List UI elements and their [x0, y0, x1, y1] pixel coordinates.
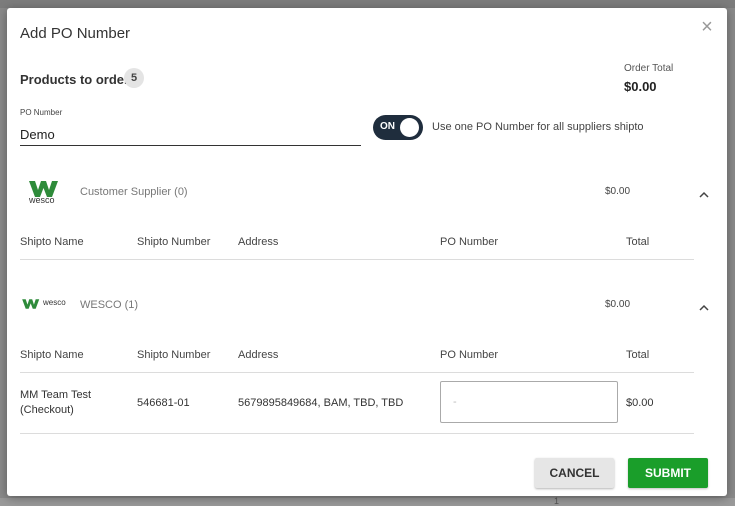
- close-icon[interactable]: ×: [699, 17, 715, 37]
- order-total-label: Order Total: [624, 63, 674, 74]
- order-total-value: $0.00: [624, 79, 657, 94]
- products-count-badge: 5: [124, 68, 144, 88]
- supplier-total: $0.00: [605, 186, 631, 197]
- shipto-name-line2: (Checkout): [20, 404, 74, 416]
- col-total: Total: [626, 349, 650, 361]
- row-po-number-input[interactable]: [440, 381, 618, 423]
- add-po-modal: Add PO Number × Products to order 5 Orde…: [7, 8, 727, 496]
- col-shipto-name: Shipto Name: [20, 349, 84, 361]
- col-shipto-number: Shipto Number: [137, 349, 211, 361]
- toggle-state-label: ON: [380, 121, 395, 132]
- table-divider: [20, 372, 694, 373]
- submit-button[interactable]: SUBMIT: [628, 458, 708, 488]
- shipto-name-cell: MM Team Test (Checkout): [20, 388, 91, 418]
- supplier-total: $0.00: [605, 299, 631, 310]
- products-to-order-label: Products to order: [20, 72, 130, 87]
- modal-title: Add PO Number: [20, 25, 131, 42]
- address-cell: 5679895849684, BAM, TBD, TBD: [238, 397, 404, 409]
- chevron-up-icon[interactable]: [697, 300, 711, 311]
- shipto-number-cell: 546681-01: [137, 397, 190, 409]
- toggle-knob: [400, 118, 419, 137]
- row-total-cell: $0.00: [626, 397, 654, 409]
- col-address: Address: [238, 236, 279, 248]
- col-address: Address: [238, 349, 279, 361]
- supplier-name: WESCO (1): [80, 299, 139, 311]
- cancel-button[interactable]: CANCEL: [535, 458, 614, 488]
- po-number-input[interactable]: [20, 124, 361, 146]
- backdrop-page-fragment: 1: [554, 496, 560, 506]
- backdrop-bottom: [0, 498, 735, 506]
- chevron-up-icon[interactable]: [697, 187, 711, 198]
- supplier-name: Customer Supplier (0): [80, 186, 188, 198]
- table-divider: [20, 433, 694, 434]
- col-po-number: PO Number: [440, 236, 499, 248]
- toggle-description: Use one PO Number for all suppliers ship…: [432, 121, 644, 133]
- wesco-logo-icon: wesco: [27, 180, 61, 206]
- col-shipto-name: Shipto Name: [20, 236, 84, 248]
- wesco-logo-text: wesco: [43, 298, 66, 307]
- po-number-label: PO Number: [20, 108, 63, 117]
- wesco-logo-icon: wesco: [21, 297, 71, 311]
- shipto-name-line1: MM Team Test: [20, 389, 92, 401]
- col-shipto-number: Shipto Number: [137, 236, 211, 248]
- wesco-logo-text: wesco: [29, 195, 55, 205]
- col-po-number: PO Number: [440, 349, 499, 361]
- backdrop-top: [0, 0, 735, 8]
- single-po-toggle[interactable]: ON: [373, 115, 423, 140]
- col-total: Total: [626, 236, 650, 248]
- table-divider: [20, 259, 694, 260]
